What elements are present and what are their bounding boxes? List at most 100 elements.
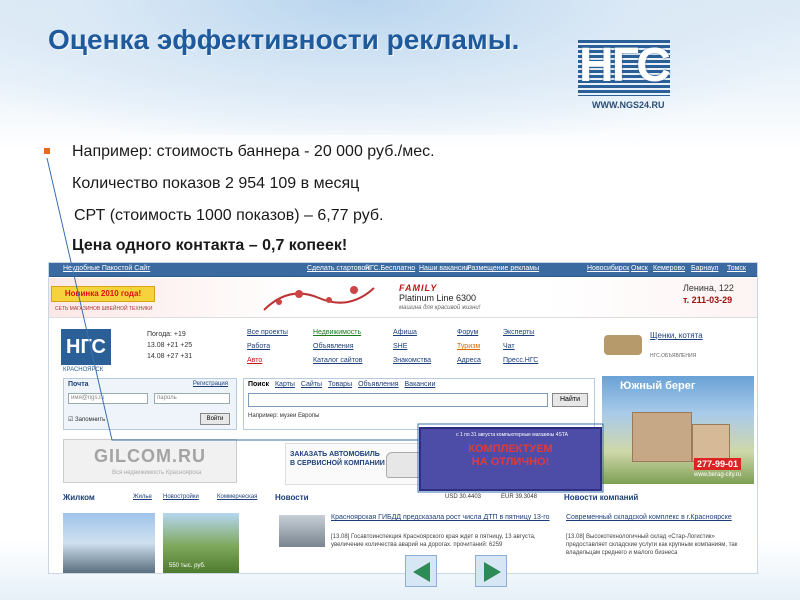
nav-jobs[interactable]: Работа — [247, 341, 270, 353]
ngs-logo-letters: НГС — [579, 39, 671, 92]
overlay-line2: НА ОТЛИЧНО! — [471, 456, 550, 468]
city-link[interactable]: Омск — [631, 265, 648, 272]
ad-phone: 277-99-01 — [694, 458, 742, 470]
weather-day1: 13.08 +21 +25 — [147, 342, 193, 349]
remember-label: Запомнить — [75, 417, 106, 423]
car-line1: ЗАКАЗАТЬ АВТОМОБИЛЬ — [290, 451, 380, 458]
promo-title: Щенки, котята — [650, 331, 703, 340]
nav-all-projects[interactable]: Все проекты — [247, 327, 288, 339]
topbar-link[interactable]: Размещение рекламы — [467, 265, 539, 272]
arrow-left-icon — [413, 562, 430, 582]
city-link[interactable]: Томск — [727, 265, 746, 272]
bullet-square-icon — [44, 148, 50, 154]
nav-afisha[interactable]: Афиша — [393, 327, 417, 339]
nav-auto[interactable]: Авто — [247, 355, 262, 367]
remember-checkbox[interactable]: ☑ Запомнить — [68, 416, 105, 423]
gilcom-sub: Вся недвижимость Красноярска — [112, 470, 202, 476]
news-headline[interactable]: Красноярская ГИБДД предсказала рост числ… — [331, 513, 561, 522]
mail-password-input[interactable]: пароль — [154, 393, 230, 404]
company-news-title[interactable]: Новости компаний — [564, 493, 638, 502]
banner-address: Ленина, 122 — [683, 283, 734, 293]
site-topbar: Неудобные Пакостой Сайт Сделать стартово… — [49, 263, 757, 277]
register-link[interactable]: Регистрация — [193, 381, 228, 387]
search-button[interactable]: Найти — [552, 393, 588, 407]
topbar-link[interactable]: Наши вакансии — [419, 265, 469, 272]
ngs-logo: НГС WWW.NGS24.RU — [578, 39, 671, 112]
login-button[interactable]: Войти — [200, 413, 230, 425]
nav-she[interactable]: SHE — [393, 341, 407, 353]
realty-tab[interactable]: Новостройки — [163, 494, 199, 500]
banner-subtext: СЕТЬ МАГАЗИНОВ ШВЕЙНОЙ ТЕХНИКИ — [55, 306, 153, 312]
nav-catalog[interactable]: Каталог сайтов — [313, 355, 362, 367]
search-tab[interactable]: Объявления — [358, 381, 399, 388]
slide: Оценка эффективности рекламы. НГС WWW.NG… — [0, 0, 800, 600]
weather-widget[interactable]: Погода: +19 13.08 +21 +25 14.08 +27 +31 — [147, 329, 192, 362]
ngs-logo-url: WWW.NGS24.RU — [592, 100, 665, 110]
mail-heading: Почта — [68, 381, 89, 388]
banner-brand: FAMILY — [399, 283, 438, 293]
family-banner-ad[interactable]: Новинка 2010 года! СЕТЬ МАГАЗИНОВ ШВЕЙНО… — [49, 278, 757, 318]
search-tab[interactable]: Товары — [328, 381, 352, 388]
news-photo[interactable] — [279, 515, 325, 547]
mail-login-panel: Почта Регистрация имя@ngs.ru пароль ☑ За… — [63, 378, 237, 430]
realty-tab[interactable]: Жилье — [133, 494, 152, 500]
site-logo[interactable]: НГС — [61, 329, 111, 365]
car-banner-text: ЗАКАЗАТЬ АВТОМОБИЛЬ В СЕРВИСНОЙ КОМПАНИИ — [290, 450, 385, 468]
nav-realty[interactable]: Недвижимость — [313, 327, 361, 339]
realty-photo[interactable] — [63, 513, 155, 573]
nav-press[interactable]: Пресс.НГС — [503, 355, 538, 367]
realty-tab[interactable]: Коммерческая — [217, 494, 257, 500]
bullet-banner-cost: Например: стоимость баннера - 20 000 руб… — [72, 143, 435, 160]
nav-forum[interactable]: Форум — [457, 327, 478, 339]
nav-addresses[interactable]: Адреса — [457, 355, 481, 367]
usd-rate: USD 30.4403 — [445, 494, 482, 500]
search-example: Например: музеи Европы — [248, 413, 320, 419]
nav-tourism[interactable]: Туризм — [457, 341, 480, 353]
city-link[interactable]: Кемерово — [653, 265, 685, 272]
bullet-contact-price: Цена одного контакта – 0,7 копеек! — [72, 237, 348, 254]
overlay-line1: КОМПЛЕКТУЕМ — [468, 443, 553, 455]
building-image-icon — [632, 412, 692, 462]
mail-login-input[interactable]: имя@ngs.ru — [68, 393, 148, 404]
news-snippet: [13.08] Госавтоинспекция Красноярского к… — [331, 534, 536, 548]
gilcom-logo: GILCOM.RU — [94, 446, 206, 466]
search-tab[interactable]: Карты — [275, 381, 295, 388]
company-news-snippet: [13.08] Высокотехнологичный склад «Стар-… — [566, 534, 738, 556]
nav-dating[interactable]: Знакомства — [393, 355, 431, 367]
overlay-big-text: КОМПЛЕКТУЕМ НА ОТЛИЧНО! — [421, 443, 600, 469]
nav-experts[interactable]: Эксперты — [503, 327, 534, 339]
nav-ads[interactable]: Объявления — [313, 341, 354, 353]
header-background — [0, 0, 800, 135]
search-tab[interactable]: Сайты — [301, 381, 322, 388]
topbar-link[interactable]: Сделать стартовой — [307, 265, 369, 272]
realty-section-title[interactable]: Жилком — [63, 493, 95, 502]
banner-model: Platinum Line 6300 — [399, 293, 477, 303]
new-2010-badge: Новинка 2010 года! — [51, 286, 155, 302]
pets-promo[interactable]: Щенки, котята НГС.ОБЪЯВЛЕНИЯ — [604, 327, 754, 367]
company-news-headline[interactable]: Современный складской комплекс в г.Красн… — [566, 513, 746, 522]
eur-rate: EUR 39.3048 — [501, 494, 538, 500]
search-input[interactable] — [248, 393, 548, 407]
komplektuem-overlay-ad[interactable]: с 1 по 31 августа компьютерные магазины … — [419, 427, 602, 491]
slide-navigation — [405, 555, 507, 587]
search-tabs: Поиск Карты Сайты Товары Объявления Вака… — [248, 381, 435, 388]
news-section-title[interactable]: Новости — [275, 493, 309, 502]
prev-slide-button[interactable] — [405, 555, 437, 587]
search-tab[interactable]: Вакансии — [405, 381, 436, 388]
bullet-cpt: СРТ (стоимость 1000 показов) – 6,77 руб. — [74, 207, 384, 224]
city-link[interactable]: Барнаул — [691, 265, 719, 272]
puppy-image-icon — [604, 335, 642, 355]
search-panel: Поиск Карты Сайты Товары Объявления Вака… — [243, 378, 595, 430]
yuzhny-bereg-ad[interactable]: Южный берег 277-99-01 www.berag-city.ru — [602, 376, 754, 484]
arrow-right-icon — [484, 562, 501, 582]
gilcom-banner[interactable]: GILCOM.RU Вся недвижимость Красноярска — [63, 439, 237, 483]
topbar-link[interactable]: НГС.Бесплатно — [365, 265, 415, 272]
ad-title: Южный берег — [620, 380, 696, 392]
search-tab-active[interactable]: Поиск — [248, 381, 269, 388]
city-link[interactable]: Новосибирск — [587, 265, 629, 272]
website-screenshot: Неудобные Пакостой Сайт Сделать стартово… — [48, 262, 758, 574]
next-slide-button[interactable] — [475, 555, 507, 587]
realty-photo[interactable]: 550 тыс. руб. — [163, 513, 239, 573]
nav-chat[interactable]: Чат — [503, 341, 515, 353]
topbar-link[interactable]: Неудобные Пакостой Сайт — [63, 265, 150, 272]
